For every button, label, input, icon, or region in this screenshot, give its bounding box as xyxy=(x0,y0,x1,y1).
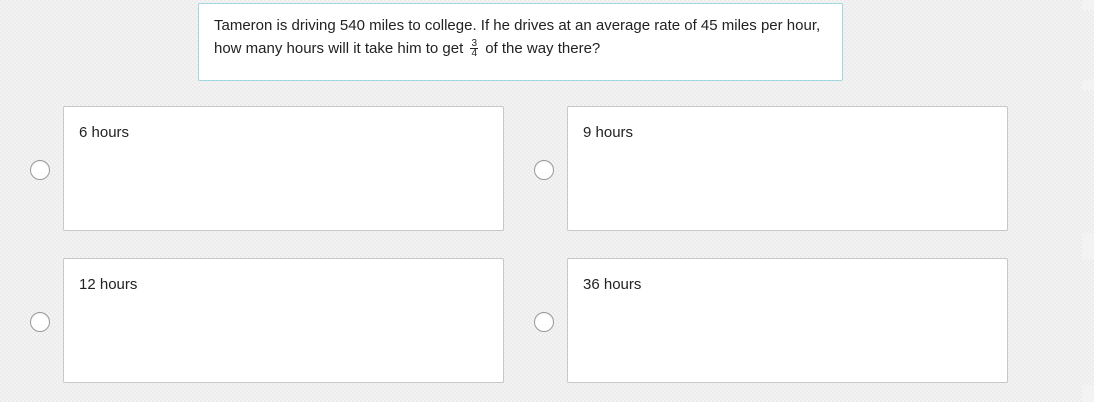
scrollbar-segment xyxy=(1082,0,1094,10)
choice-card-d[interactable]: 36 hours xyxy=(567,258,1008,383)
fraction-denominator: 4 xyxy=(471,47,478,59)
choice-radio-a[interactable] xyxy=(30,160,50,180)
choice-card-a[interactable]: 6 hours xyxy=(63,106,504,231)
choice-radio-c[interactable] xyxy=(30,312,50,332)
scrollbar-segment xyxy=(1082,80,1094,90)
choice-radio-b[interactable] xyxy=(534,160,554,180)
scrollbar-segment xyxy=(1082,233,1094,259)
question-text-after: of the way there? xyxy=(485,40,601,57)
scrollbar-track[interactable] xyxy=(1082,0,1094,402)
choice-label-c: 12 hours xyxy=(79,276,138,293)
question-prompt: Tameron is driving 540 miles to college.… xyxy=(198,3,843,81)
choice-card-b[interactable]: 9 hours xyxy=(567,106,1008,231)
choice-card-c[interactable]: 12 hours xyxy=(63,258,504,383)
choice-label-d: 36 hours xyxy=(583,276,642,293)
choice-label-b: 9 hours xyxy=(583,124,634,141)
choice-label-a: 6 hours xyxy=(79,124,130,141)
scrollbar-segment xyxy=(1082,385,1094,402)
choice-radio-d[interactable] xyxy=(534,312,554,332)
fraction-three-quarters: 3 4 xyxy=(470,38,479,59)
